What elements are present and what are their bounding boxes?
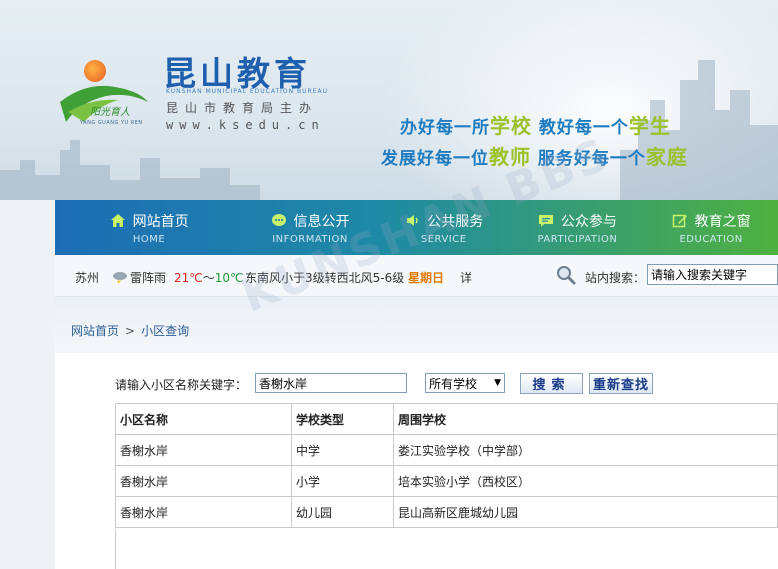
site-subtitle: 昆山市教育局主办 (166, 101, 319, 115)
edit-icon (672, 212, 689, 229)
temp-low: 10℃ (214, 270, 244, 285)
logo-script: 阳光育人 (90, 107, 130, 118)
slogan-text: 办好每一所 (400, 118, 490, 138)
chevron-down-icon: ▼ (494, 378, 501, 388)
nav-information[interactable]: 信息公开 INFORMATION (243, 200, 377, 255)
nav-participation-label: 公众参与 (560, 213, 617, 230)
table-row: 香榭水岸 中学 娄江实验学校（中学部） (115, 434, 778, 466)
site-search-label: 站内搜索： (585, 271, 646, 285)
table-row: 香榭水岸 幼儿园 昆山高新区鹿城幼儿园 (115, 496, 778, 528)
school-type-selected: 所有学校 (429, 376, 478, 391)
query-content: 请输入小区名称关键字： 所有学校 ▼ 搜索 重新查找 小区名称 学校类型 周围学… (55, 353, 778, 569)
nav-service-label: 公共服务 (427, 213, 484, 230)
cell-community: 香榭水岸 (115, 465, 292, 497)
logo-caption: YANG GUANG YU REN (80, 120, 143, 126)
weather-info: 雷阵雨 21℃ ～ 10℃ (112, 269, 244, 286)
thunderstorm-icon (113, 271, 127, 285)
weather-desc: 雷阵雨 (130, 271, 167, 285)
table-empty-area (115, 529, 778, 569)
weather-wind: 东南风小于3级转西北风5-6级 (245, 271, 405, 285)
slogan-text: 教好每一个 (532, 118, 629, 138)
breadcrumb-home-link[interactable]: 网站首页 (71, 324, 119, 338)
table-header-row: 小区名称 学校类型 周围学校 (115, 403, 778, 435)
slogan-highlight: 教师 (489, 145, 531, 169)
nav-service-en: SERVICE (420, 233, 467, 245)
cell-school: 昆山高新区鹿城幼儿园 (393, 496, 778, 528)
temp-separator: ～ (202, 271, 215, 285)
message-icon (538, 212, 555, 229)
site-search-input[interactable] (647, 264, 778, 285)
nav-home-label: 网站首页 (132, 213, 189, 230)
breadcrumb: 网站首页 > 小区查询 (71, 322, 189, 339)
slogan-line-2: 发展好每一位教师 服务好每一个家庭 (381, 141, 688, 170)
nav-participation[interactable]: 公众参与 PARTICIPATION (511, 200, 645, 255)
slogan-text: 服务好每一个 (531, 149, 646, 169)
nav-information-label: 信息公开 (293, 213, 350, 230)
weather-city: 苏州 (75, 271, 100, 285)
breadcrumb-current: 小区查询 (141, 324, 190, 338)
nav-education[interactable]: 教育之窗 EDUCATION (644, 200, 778, 255)
main-nav: 网站首页 HOME 信息公开 INFORMATION 公共服务 SERVICE … (55, 200, 778, 255)
cell-community: 香榭水岸 (115, 496, 292, 528)
community-name-input[interactable] (255, 373, 407, 393)
temp-high: 21℃ (174, 270, 203, 285)
weekday: 星期日 (408, 271, 445, 285)
nav-education-en: EDUCATION (679, 233, 743, 245)
city-skyline-left (0, 140, 260, 200)
cell-school: 娄江实验学校（中学部） (393, 434, 778, 466)
cell-community: 香榭水岸 (115, 434, 292, 466)
search-icon (557, 266, 576, 285)
query-label: 请输入小区名称关键字： (115, 378, 248, 392)
slogan-text: 发展好每一位 (381, 149, 489, 169)
slogan-highlight: 学生 (628, 114, 671, 138)
results-table: 小区名称 学校类型 周围学校 香榭水岸 中学 娄江实验学校（中学部） 香榭水岸 … (115, 403, 778, 528)
slogan-highlight: 家庭 (645, 145, 688, 169)
breadcrumb-separator: > (125, 324, 136, 338)
breadcrumb-bar: 网站首页 > 小区查询 (55, 297, 778, 353)
nav-education-label: 教育之窗 (694, 213, 751, 230)
nav-participation-en: PARTICIPATION (537, 233, 618, 245)
weather-detail-link[interactable]: 详 (460, 269, 472, 286)
slogan-line-1: 办好每一所学校 教好每一个学生 (400, 110, 671, 139)
slogan-highlight: 学校 (490, 114, 532, 138)
site-header: 阳光育人 YANG GUANG YU REN 昆山教育 KUNSHAN MUNI… (0, 0, 778, 200)
cell-school: 培本实验小学（西校区） (393, 465, 778, 497)
cell-school-type: 中学 (291, 434, 394, 466)
site-url: www.ksedu.cn (166, 118, 325, 132)
col-header-community: 小区名称 (115, 403, 292, 435)
nav-information-en: INFORMATION (272, 233, 348, 245)
col-header-school-type: 学校类型 (291, 403, 394, 435)
school-type-select[interactable]: 所有学校 ▼ (425, 373, 505, 393)
nav-home[interactable]: 网站首页 HOME (55, 200, 243, 255)
search-button[interactable]: 搜索 (520, 373, 583, 394)
site-title-en: KUNSHAN MUNICIPAL EDUCATION BUREAU (166, 88, 328, 95)
nav-service[interactable]: 公共服务 SERVICE (377, 200, 511, 255)
info-bar: 苏州 雷阵雨 21℃ ～ 10℃ 东南风小于3级转西北风5-6级 星期日 详 站… (55, 255, 778, 297)
chat-bubble-icon (271, 212, 288, 229)
nav-home-en: HOME (132, 233, 166, 245)
reset-button[interactable]: 重新查找 (589, 373, 653, 394)
speaker-icon (404, 212, 421, 229)
cell-school-type: 小学 (291, 465, 394, 497)
table-row: 香榭水岸 小学 培本实验小学（西校区） (115, 465, 778, 497)
col-header-nearby-schools: 周围学校 (393, 403, 778, 435)
home-icon (110, 212, 127, 229)
cell-school-type: 幼儿园 (291, 496, 394, 528)
